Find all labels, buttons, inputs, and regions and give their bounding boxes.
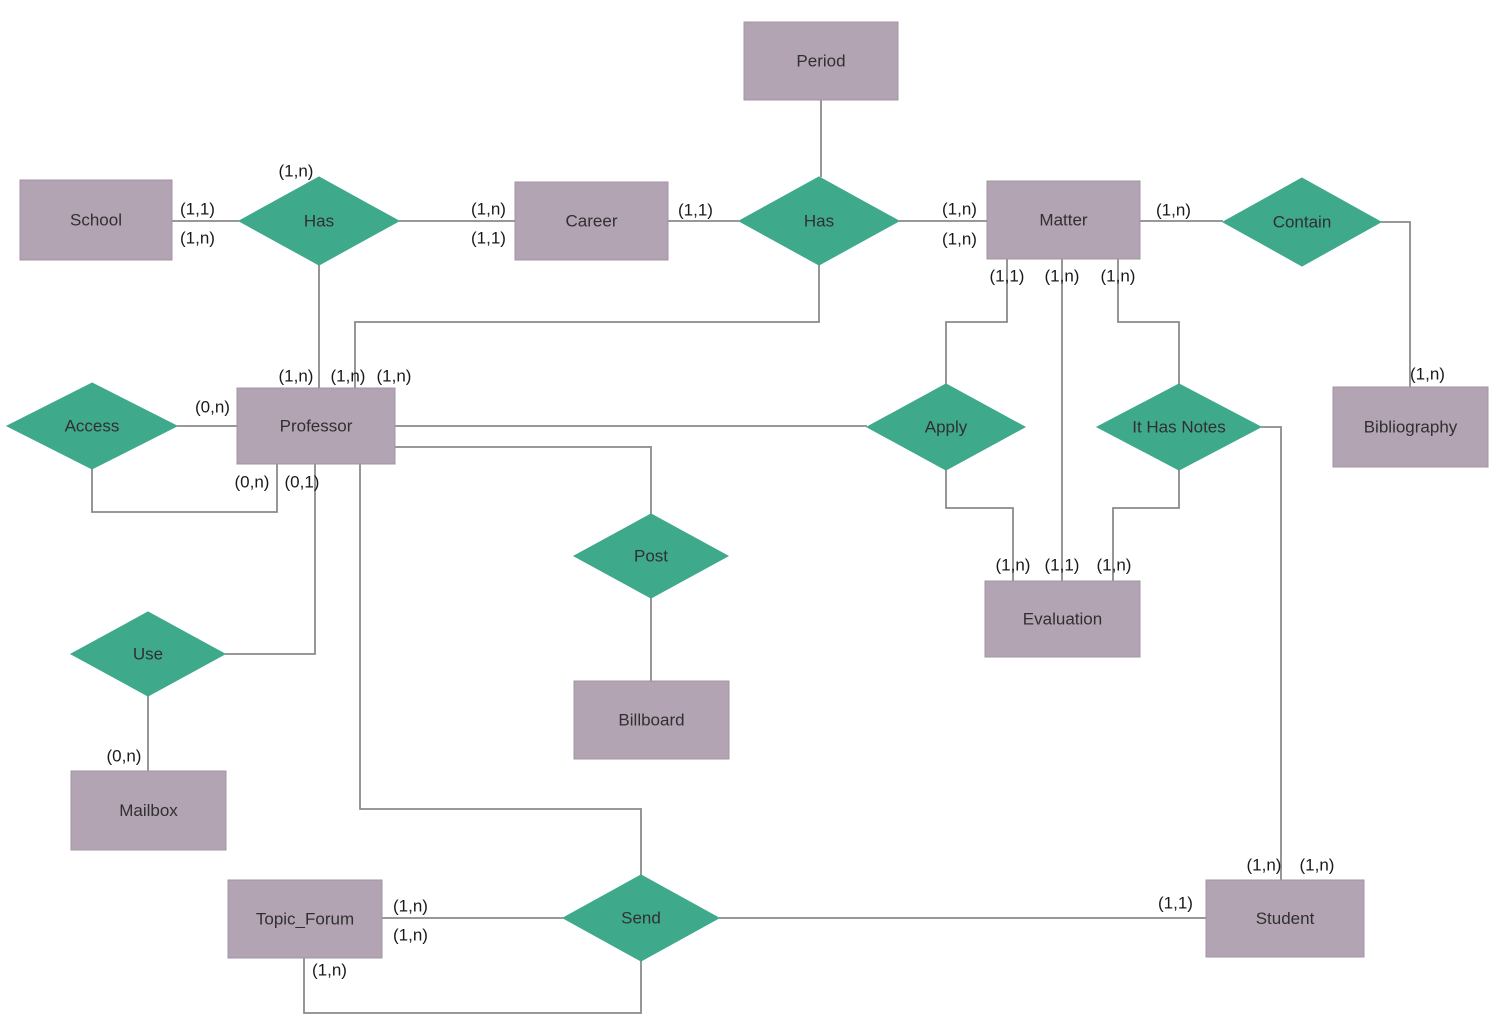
entity-box-period[interactable] [743,21,899,101]
entity-school[interactable]: School [19,179,173,261]
cardinality-label-c10: (1,n) [1410,364,1445,383]
cardinality-label-c19: (0,1) [285,472,320,491]
relationship-it_has_notes[interactable]: It Has Notes [1095,383,1263,471]
relationship-apply[interactable]: Apply [865,383,1027,471]
relationship-has_career_matter[interactable]: Has [737,176,901,266]
relationship-diamond-has_school_career[interactable] [237,176,401,266]
relationship-diamond-access[interactable] [5,382,179,470]
entity-matter[interactable]: Matter [986,180,1141,260]
relationship-use[interactable]: Use [69,611,227,697]
relationship-diamond-has_career_matter[interactable] [737,176,901,266]
connection-professor-has2 [354,265,820,388]
relationship-access[interactable]: Access [5,382,179,470]
relationship-diamond-it_has_notes[interactable] [1095,383,1263,471]
entity-billboard[interactable]: Billboard [573,680,730,760]
entity-student[interactable]: Student [1205,879,1365,958]
cardinality-layer: (1,n) (1,1) (1,n) (1,n) (1,1) (1,1) (1,n) (1,n)… [107,161,1445,979]
relationship-has_school_career[interactable]: Has [237,176,401,266]
connection-professor-post [395,446,652,514]
cardinality-label-c4: (1,n) [471,199,506,218]
cardinality-label-c29: (1,n) [1300,855,1335,874]
cardinality-label-c15: (1,n) [331,366,366,385]
entity-box-topic_forum[interactable] [227,879,383,959]
entity-box-matter[interactable] [986,180,1141,260]
cardinality-label-c24: (1,n) [393,896,428,915]
cardinality-label-c14: (1,n) [279,366,314,385]
cardinality-label-c23: (0,n) [107,746,142,765]
cardinality-label-c2: (1,1) [180,199,215,218]
relationship-post[interactable]: Post [572,513,730,599]
cardinality-label-c5: (1,1) [471,228,506,247]
entity-bibliography[interactable]: Bibliography [1332,386,1489,468]
cardinality-label-c17: (0,n) [195,397,230,416]
cardinality-label-c22: (1,n) [1097,555,1132,574]
entity-period[interactable]: Period [743,21,899,101]
entity-box-evaluation[interactable] [984,580,1141,658]
entity-box-student[interactable] [1205,879,1365,958]
cardinality-label-c13: (1,n) [1101,266,1136,285]
cardinality-label-c16: (1,n) [377,366,412,385]
cardinality-label-c28: (1,n) [1247,855,1282,874]
entity-topic_forum[interactable]: Topic_Forum [227,879,383,959]
relationship-contain[interactable]: Contain [1221,177,1383,267]
relationship-diamond-apply[interactable] [865,383,1027,471]
cardinality-label-c8: (1,n) [942,229,977,248]
entity-box-mailbox[interactable] [70,770,227,851]
cardinality-label-c6: (1,1) [678,200,713,219]
cardinality-label-c7: (1,n) [942,199,977,218]
cardinality-label-c26: (1,n) [312,960,347,979]
connection-professor-send [359,464,642,875]
relationship-diamond-send[interactable] [561,874,721,962]
entity-box-bibliography[interactable] [1332,386,1489,468]
entity-career[interactable]: Career [514,181,669,261]
entity-box-school[interactable] [19,179,173,261]
cardinality-label-c27: (1,1) [1158,893,1193,912]
connection-topicforum-send-loop [303,958,642,1014]
cardinality-label-c20: (1,n) [996,555,1031,574]
cardinality-label-c21: (1,1) [1045,555,1080,574]
relationship-diamond-contain[interactable] [1221,177,1383,267]
relationship-send[interactable]: Send [561,874,721,962]
entity-professor[interactable]: Professor [236,387,396,465]
cardinality-label-c9: (1,n) [1156,200,1191,219]
connection-contain-bibliography [1381,221,1411,387]
cardinality-label-c18: (0,n) [235,472,270,491]
er-diagram-canvas: School Career Period Matter Bibliography Prof… [0,0,1500,1029]
cardinality-label-c12: (1,n) [1045,266,1080,285]
entity-mailbox[interactable]: Mailbox [70,770,227,851]
relationship-diamond-use[interactable] [69,611,227,697]
cardinality-label-c11: (1,1) [990,266,1025,285]
connection-professor-use [225,464,316,655]
entity-evaluation[interactable]: Evaluation [984,580,1141,658]
cardinality-label-c25: (1,n) [393,925,428,944]
cardinality-label-c1: (1,n) [279,161,314,180]
entity-box-billboard[interactable] [573,680,730,760]
entity-box-professor[interactable] [236,387,396,465]
relationship-diamond-post[interactable] [572,513,730,599]
connection-ithasnotes-student [1261,426,1282,880]
cardinality-label-c3: (1,n) [180,228,215,247]
entity-box-career[interactable] [514,181,669,261]
